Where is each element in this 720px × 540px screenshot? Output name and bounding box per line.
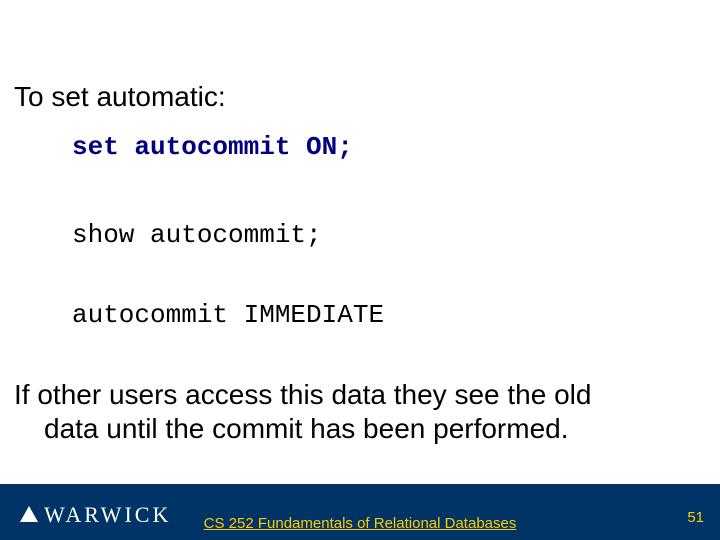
page-number: 51 <box>687 509 704 526</box>
course-title: CS 252 Fundamentals of Relational Databa… <box>0 515 720 532</box>
code-set-autocommit: set autocommit ON; <box>72 132 353 162</box>
slide: To set automatic: set autocommit ON; sho… <box>0 0 720 540</box>
heading: To set automatic: <box>14 80 226 114</box>
footer-bar: WARWICK CS 252 Fundamentals of Relationa… <box>0 484 720 540</box>
code-autocommit-result: autocommit IMMEDIATE <box>72 300 384 330</box>
paragraph-line1: If other users access this data they see… <box>14 379 591 410</box>
paragraph-line2: data until the commit has been performed… <box>44 412 704 446</box>
code-show-autocommit: show autocommit; <box>72 220 322 250</box>
paragraph: If other users access this data they see… <box>14 378 704 445</box>
